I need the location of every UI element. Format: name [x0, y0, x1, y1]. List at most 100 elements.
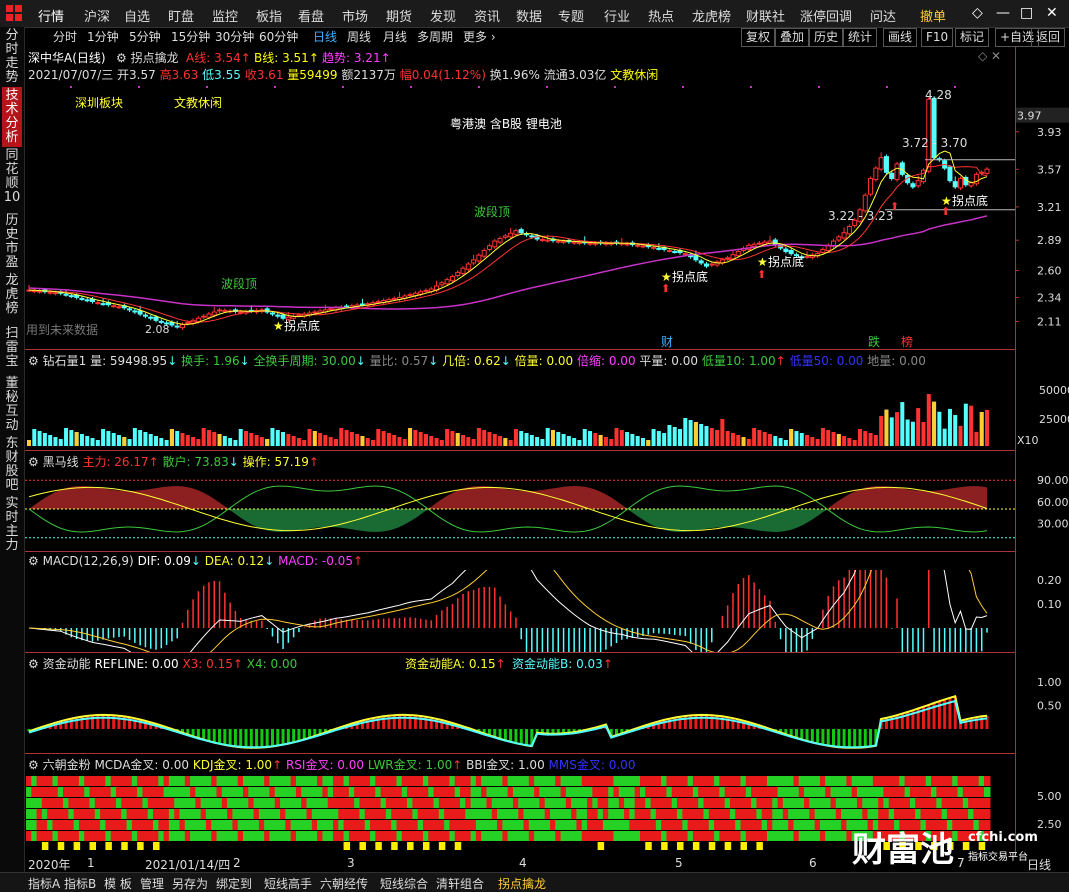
chart-toolbar: 分时 1分钟 5分钟 15分钟 30分钟 60分钟 日线 周线 月线 多周期 更多 › 复权 叠加 历史统… [25, 27, 1069, 47]
timeframe-5[interactable]: 60分钟 [259, 28, 298, 45]
sidebar-tab-1[interactable]: 技术分析 [2, 87, 22, 147]
bottom-tab-5[interactable]: 绑定到 [216, 875, 252, 892]
bottom-tab-10[interactable]: 拐点擒龙 [498, 875, 546, 892]
sidebar-tab-2[interactable]: 同花顺10 [2, 147, 22, 209]
toolbar-button-4[interactable]: 画线 [883, 28, 918, 47]
y-tick: 2.34 [1037, 292, 1062, 305]
menu-item-10[interactable]: 资讯 [474, 6, 500, 25]
toolbar-button-5[interactable]: F10 [921, 28, 954, 47]
top-menu-bar: 行情 沪深 自选 盯盘 监控 板指 看盘 市场 期货 发现 资讯 数据 专题 行业 热点 龙虎榜 财联社 涨停回调… [0, 0, 1069, 28]
signal-cell [984, 809, 991, 819]
candle-body [640, 245, 646, 248]
sidebar-tab-0[interactable]: 分时走势 [2, 27, 22, 87]
bottom-tab-3[interactable]: 管理 [140, 875, 164, 892]
horse-chart[interactable] [25, 469, 1015, 551]
timeframe-1[interactable]: 1分钟 [87, 28, 119, 45]
sidebar-tab-7[interactable]: 东财股吧 [2, 435, 22, 495]
menu-item-1[interactable]: 沪深 [84, 6, 110, 25]
price-chart[interactable]: 4.283.72 - 3.703.22 - 3.232.08波段顶波段顶★ 拐点底… [25, 84, 1015, 349]
sidebar-tab-8[interactable]: 实时主力 [2, 495, 22, 553]
menu-item-12[interactable]: 专题 [558, 6, 584, 25]
skin-icon[interactable]: ◇ [972, 5, 983, 21]
bottom-tab-0[interactable]: 指标A [28, 875, 60, 892]
timeframe-9[interactable]: 多周期 [417, 28, 453, 45]
settings-icon[interactable]: ⚙ [28, 354, 39, 368]
menu-item-6[interactable]: 看盘 [298, 6, 324, 25]
settings-icon[interactable]: ⚙ [28, 554, 39, 568]
menu-item-4[interactable]: 监控 [212, 6, 238, 25]
menu-item-11[interactable]: 数据 [516, 6, 542, 25]
timeframe-8[interactable]: 月线 [383, 28, 407, 45]
menu-item-9[interactable]: 发现 [430, 6, 456, 25]
toolbar-button-1[interactable]: 叠加 [775, 28, 810, 47]
trend-line [28, 215, 988, 310]
menu-item-19[interactable]: 撤单 [920, 6, 946, 25]
candle-body [513, 230, 519, 235]
toolbar-button-0[interactable]: 复权 [741, 28, 776, 47]
y-tick: 3.93 [1037, 126, 1062, 139]
signal-cell [391, 842, 398, 850]
menu-item-3[interactable]: 盯盘 [168, 6, 194, 25]
sidebar-tab-6[interactable]: 董秘互动 [2, 375, 22, 435]
minimize-icon[interactable]: — [996, 5, 1010, 21]
app-logo-icon[interactable] [6, 5, 24, 23]
volume-bar [175, 431, 180, 446]
menu-item-8[interactable]: 期货 [386, 6, 412, 25]
toolbar-button-8[interactable]: 返回 [1031, 28, 1066, 47]
timeframe-4[interactable]: 30分钟 [215, 28, 254, 45]
signal-cell [740, 842, 748, 850]
candle-body [958, 178, 964, 189]
timeframe-10[interactable]: 更多 › [463, 28, 496, 45]
candle-body [772, 239, 778, 246]
menu-item-16[interactable]: 财联社 [746, 6, 785, 25]
menu-item-7[interactable]: 市场 [342, 6, 368, 25]
sidebar-tab-5[interactable]: 扫雷宝 [2, 325, 22, 375]
timeframe-3[interactable]: 15分钟 [171, 28, 210, 45]
panel-controls-icon[interactable]: ◇ ✕ [978, 49, 1001, 63]
sidebar-tab-4[interactable]: 龙虎榜 [2, 272, 22, 324]
bottom-tab-1[interactable]: 指标B [64, 875, 96, 892]
candle-body [894, 163, 900, 181]
sidebar-tab-3[interactable]: 历史市盈 [2, 212, 22, 272]
menu-item-5[interactable]: 板指 [256, 6, 282, 25]
volume-chart[interactable] [25, 368, 1015, 450]
menu-item-2[interactable]: 自选 [124, 6, 150, 25]
menu-item-0[interactable]: 行情 [38, 6, 64, 25]
fund-chart[interactable] [25, 671, 1015, 753]
a-line-value: A线: 3.54↑ [186, 51, 251, 65]
candle-body [142, 314, 148, 317]
menu-item-18[interactable]: 问达 [870, 6, 896, 25]
six-panel-header: ⚙ 六朝金粉 MCDA金叉: 0.00 KDJ金叉: 1.00↑ RSI金叉: … [28, 758, 636, 772]
bottom-tab-4[interactable]: 另存为 [172, 875, 208, 892]
volume-bar [106, 431, 111, 446]
close-icon[interactable]: ✕ [1046, 5, 1058, 21]
volume-bar [132, 428, 137, 446]
volume-bar [111, 433, 116, 446]
bottom-tab-9[interactable]: 清轩组合 [436, 875, 484, 892]
menu-item-13[interactable]: 行业 [604, 6, 630, 25]
bottom-tab-6[interactable]: 短线高手 [264, 875, 312, 892]
volume-bar [545, 428, 550, 446]
menu-item-14[interactable]: 热点 [648, 6, 674, 25]
settings-icon[interactable]: ⚙ [28, 657, 39, 671]
indicator-name[interactable]: ⚙ 拐点擒龙 [116, 49, 179, 66]
settings-icon[interactable]: ⚙ [28, 455, 39, 469]
toolbar-button-3[interactable]: 统计 [843, 28, 878, 47]
timeframe-0[interactable]: 分时 [53, 28, 77, 45]
menu-item-15[interactable]: 龙虎榜 [692, 6, 731, 25]
menu-item-17[interactable]: 涨停回调 [800, 6, 852, 25]
settings-icon[interactable]: ⚙ [28, 758, 39, 772]
macd-chart[interactable] [25, 570, 1015, 652]
bottom-tab-8[interactable]: 短线综合 [380, 875, 428, 892]
timeframe-2[interactable]: 5分钟 [129, 28, 161, 45]
bottom-tab-2[interactable]: 模 板 [104, 875, 132, 892]
timeframe-6[interactable]: 日线 [313, 28, 337, 45]
volume-bar [302, 440, 307, 446]
candle-body [915, 180, 921, 187]
toolbar-button-2[interactable]: 历史 [809, 28, 844, 47]
bottom-tab-7[interactable]: 六朝经传 [320, 875, 368, 892]
maximize-icon[interactable]: □ [1020, 5, 1033, 21]
timeframe-7[interactable]: 周线 [347, 28, 371, 45]
candle-body [693, 255, 699, 261]
toolbar-button-6[interactable]: 标记 [955, 28, 990, 47]
